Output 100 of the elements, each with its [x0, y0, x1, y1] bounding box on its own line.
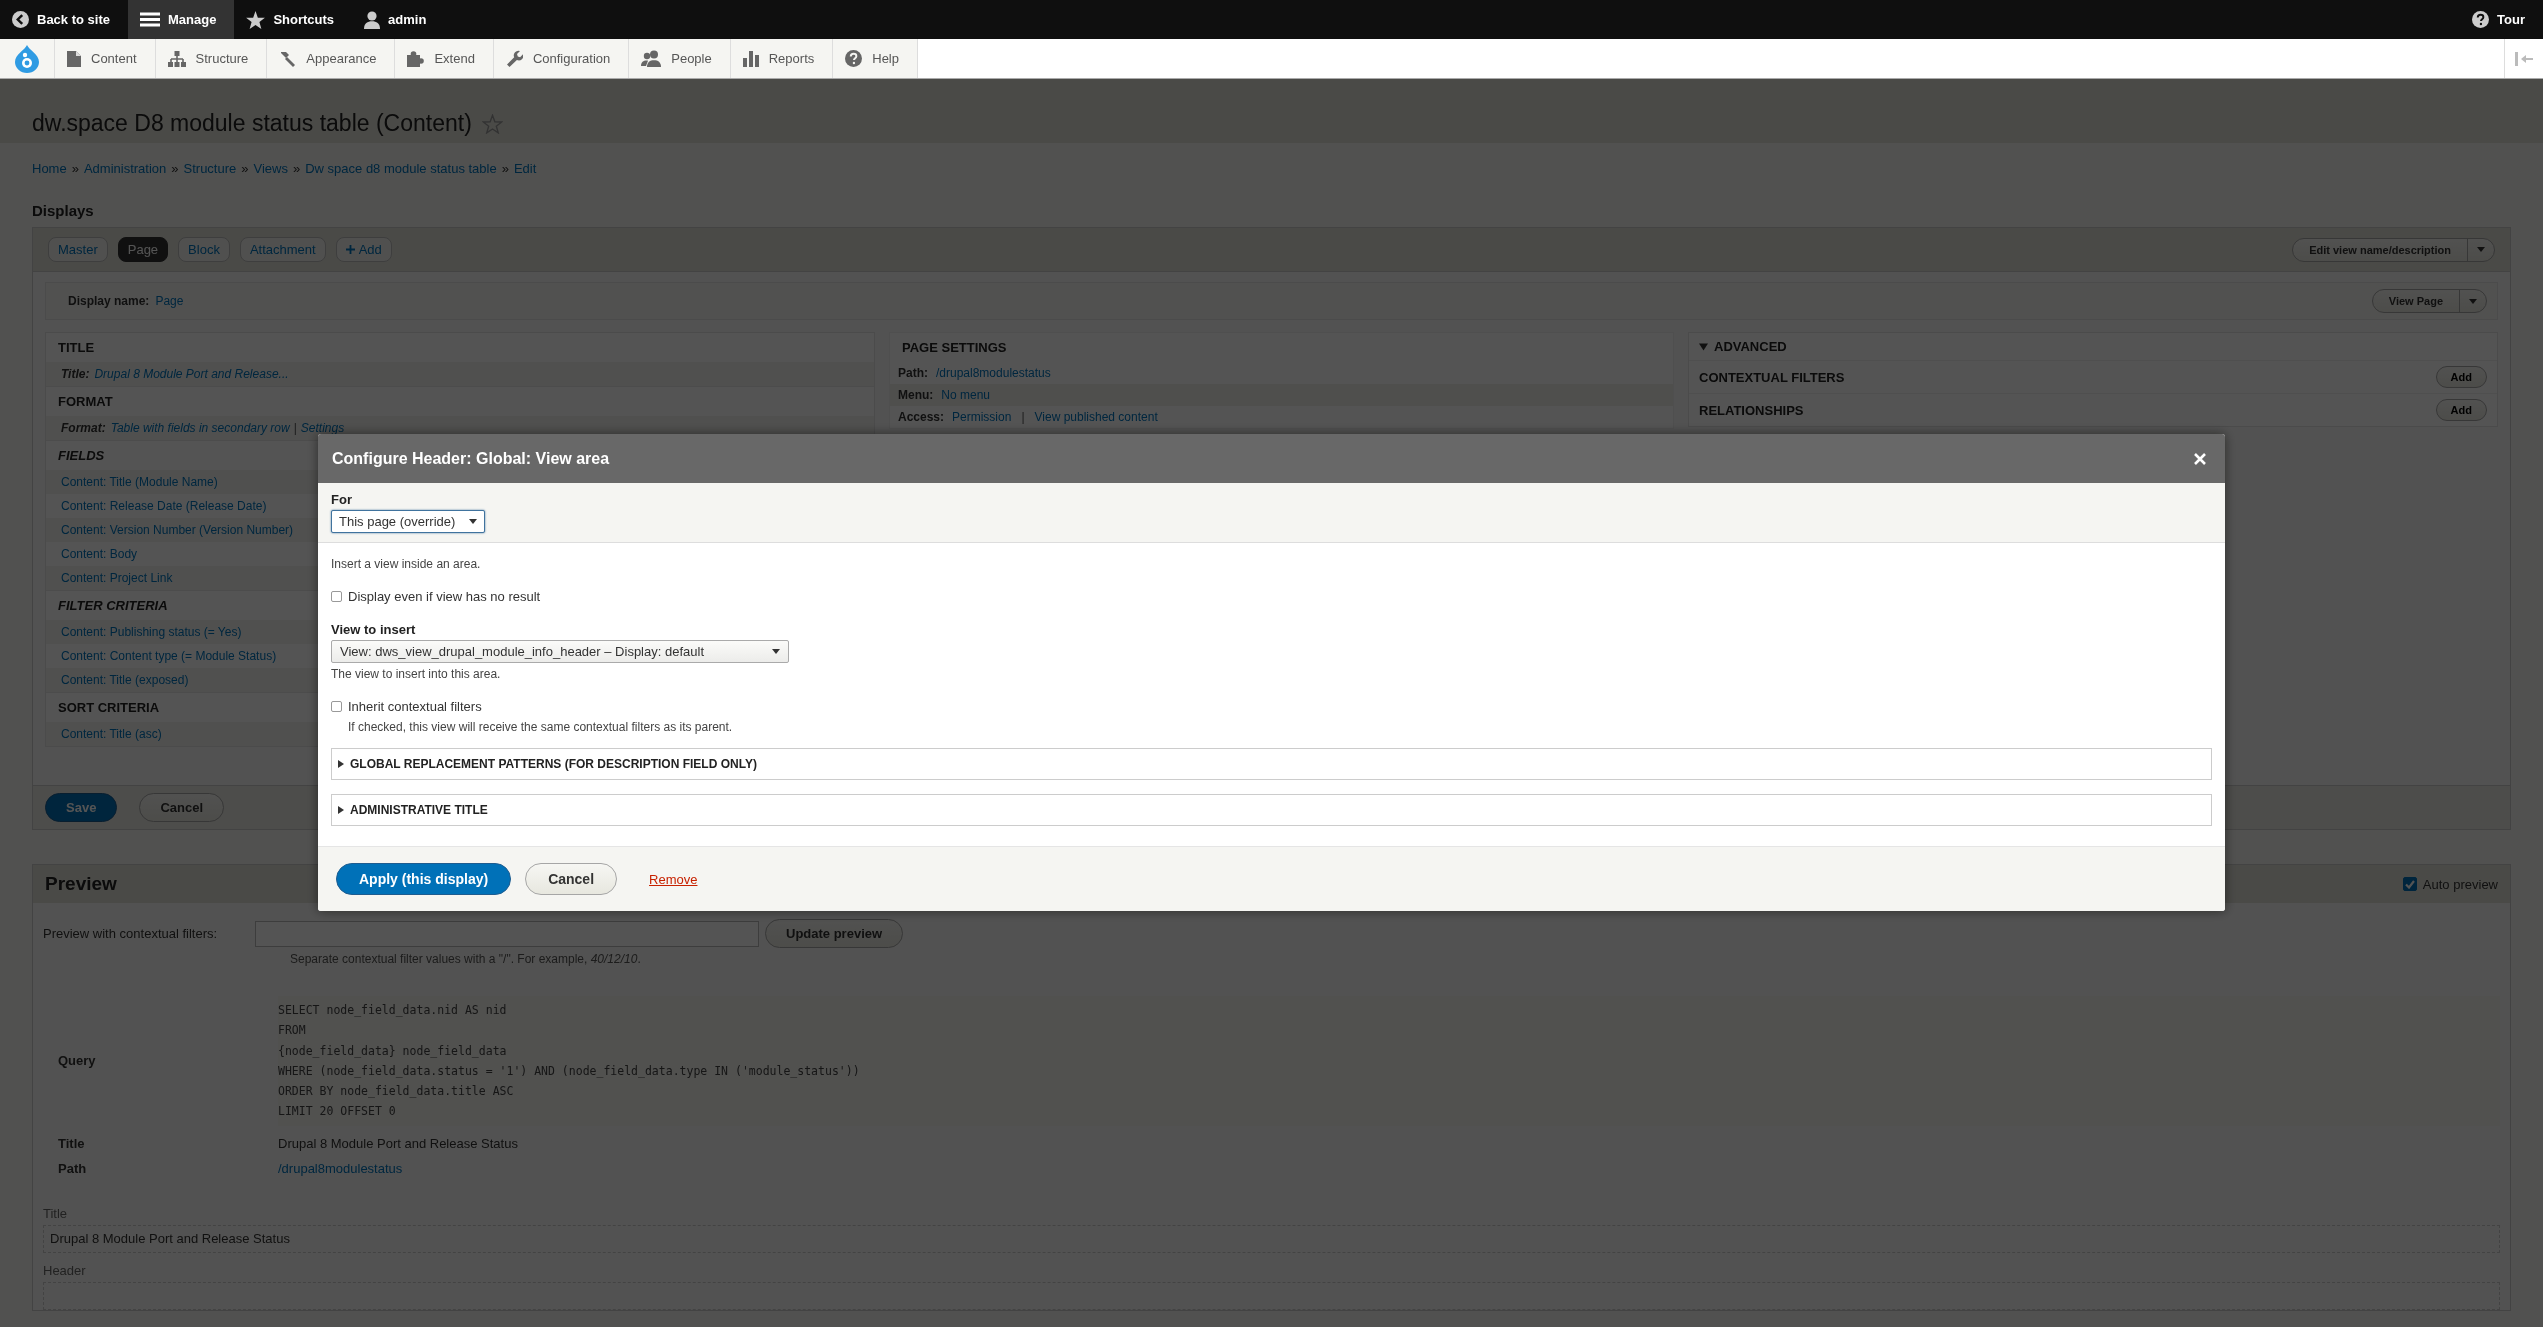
save-button[interactable]: Save — [45, 793, 118, 822]
handler-link[interactable]: Content: Title (Module Name) — [61, 475, 218, 489]
dropdown-field[interactable]: This page (override) — [331, 510, 486, 533]
display-tab[interactable]: Page — [117, 237, 169, 262]
setting-link[interactable]: Permission — [952, 410, 1012, 424]
hammer-icon — [279, 50, 297, 67]
check-icon — [2404, 879, 2415, 889]
field-label: For — [331, 492, 353, 507]
tour-button[interactable]: Tour — [2460, 0, 2543, 39]
setting-link[interactable]: Drupal 8 Module Port and Release... — [94, 367, 289, 381]
admin-menu-item[interactable]: Appearance — [267, 39, 396, 78]
admin-menu-item[interactable]: Content — [55, 39, 156, 78]
toolbar-tab[interactable]: admin — [352, 0, 445, 39]
section-heading: RELATIONSHIPS — [1699, 402, 1804, 418]
handler-link[interactable]: Content: Content type (= Module Status) — [61, 649, 277, 663]
apply-button[interactable]: Apply (this display) — [336, 863, 512, 895]
setting-label: Title: — [61, 367, 90, 381]
admin-menu-item[interactable]: Configuration — [493, 39, 630, 78]
help-text: The view to insert into this area. — [331, 667, 501, 681]
puzzle-icon — [407, 50, 425, 67]
remove-link[interactable]: Remove — [649, 871, 698, 887]
section-heading: CONTEXTUAL FILTERS — [1699, 369, 1845, 385]
update-preview-button[interactable]: Update preview — [765, 919, 904, 948]
menu-icon — [140, 11, 160, 28]
advanced-toggle[interactable]: ADVANCED — [1689, 333, 2497, 360]
settings-link[interactable]: Settings — [300, 421, 345, 435]
info-label: Title — [58, 1135, 86, 1151]
output-value: Drupal 8 Module Port and Release Status — [50, 1230, 290, 1246]
admin-menu-item[interactable]: Structure — [155, 39, 268, 78]
admin-menu-item[interactable]: Help — [833, 39, 918, 78]
display-tab[interactable]: Block — [178, 237, 230, 262]
handler-link[interactable]: Content: Version Number (Version Number) — [61, 523, 294, 537]
setting-label: Menu: — [898, 388, 934, 402]
admin-menu-item[interactable]: People — [629, 39, 731, 78]
admin-menu-item[interactable]: Extend — [395, 39, 494, 78]
document-icon — [67, 50, 81, 67]
help-icon — [845, 50, 863, 67]
section-heading: PAGE SETTINGS — [901, 339, 1008, 357]
close-icon — [2193, 451, 2207, 466]
handler-link[interactable]: Content: Body — [61, 547, 138, 561]
setting-link[interactable]: No menu — [941, 388, 991, 402]
checkbox[interactable] — [331, 591, 342, 602]
checkbox-label: Inherit contextual filters — [348, 699, 482, 714]
add-button[interactable]: Add — [2435, 399, 2487, 421]
collapsible-section[interactable]: GLOBAL REPLACEMENT PATTERNS (FOR DESCRIPTION FIELD ONLY) — [331, 748, 2212, 780]
hierarchy-icon — [167, 50, 186, 67]
bar-chart-icon — [742, 50, 759, 67]
toolbar-tab[interactable]: Manage — [128, 0, 235, 39]
admin-menu-item[interactable]: Reports — [730, 39, 834, 78]
breadcrumb-separator: » — [71, 161, 79, 176]
toolbar-tab[interactable]: Back to site — [0, 0, 128, 39]
setting-link[interactable]: Table with fields in secondary row — [110, 421, 290, 435]
path-link[interactable]: /drupal8modulestatus — [278, 1160, 403, 1176]
handler-link[interactable]: Content: Title (exposed) — [61, 673, 189, 687]
cancel-button[interactable]: Cancel — [525, 863, 618, 895]
breadcrumb-separator: » — [292, 161, 301, 176]
breadcrumb-separator: » — [171, 161, 179, 176]
display-tab[interactable]: Attachment — [239, 237, 326, 262]
star-outline-icon — [481, 113, 503, 134]
handler-link[interactable]: Content: Project Link — [61, 571, 173, 585]
info-label: Query — [58, 1053, 97, 1069]
input-field[interactable] — [255, 920, 759, 947]
caret-icon — [2469, 298, 2477, 304]
breadcrumb-separator: » — [501, 161, 509, 176]
breadcrumb-link[interactable]: Views — [253, 161, 288, 176]
page-title: dw.space D8 module status table (Content) — [32, 110, 472, 137]
display-tab[interactable]: Master — [48, 237, 108, 262]
dropdown-field[interactable]: View: dws_view_drupal_module_info_header – Display: default — [331, 640, 789, 663]
handler-link[interactable]: Content: Title (asc) — [61, 727, 162, 741]
wrench-icon — [505, 50, 523, 67]
star-icon — [246, 10, 266, 29]
breadcrumb-link[interactable]: Administration — [83, 161, 167, 176]
dialog-title: Configure Header: Global: View area — [332, 449, 610, 468]
link-separator: | — [292, 421, 298, 435]
checkbox-label: Auto preview — [2422, 876, 2498, 892]
caret-icon — [772, 649, 780, 654]
caret-icon — [338, 760, 344, 768]
checkbox[interactable] — [331, 701, 342, 712]
section-heading: TITLE — [57, 339, 96, 357]
drupal-drop-logo — [15, 44, 39, 73]
caret-icon — [469, 519, 478, 524]
breadcrumb-link[interactable]: Home — [32, 161, 67, 176]
breadcrumb-link[interactable]: Structure — [183, 161, 237, 176]
add-button[interactable]: Add — [2435, 366, 2487, 388]
setting-label: Access: — [898, 410, 945, 424]
setting-link[interactable]: /drupal8modulestatus — [936, 366, 1051, 380]
display-name-link[interactable]: Page — [155, 294, 184, 308]
setting-link[interactable]: View published content — [1034, 410, 1158, 424]
add-display-button[interactable]: Add — [335, 237, 392, 262]
setting-label: Path: — [898, 366, 928, 380]
collapsible-section[interactable]: ADMINISTRATIVE TITLE — [331, 794, 2212, 826]
cancel-button[interactable]: Cancel — [139, 793, 224, 822]
setting-label: Format: — [61, 421, 106, 435]
breadcrumb-link[interactable]: Edit — [513, 161, 537, 176]
checkbox-label: Display even if view has no result — [348, 589, 541, 604]
breadcrumb-link[interactable]: Dw space d8 module status table — [305, 161, 497, 176]
toolbar-tab[interactable]: Shortcuts — [234, 0, 353, 39]
checkbox[interactable] — [2402, 877, 2417, 891]
handler-link[interactable]: Content: Release Date (Release Date) — [61, 499, 267, 513]
handler-link[interactable]: Content: Publishing status (= Yes) — [61, 625, 242, 639]
